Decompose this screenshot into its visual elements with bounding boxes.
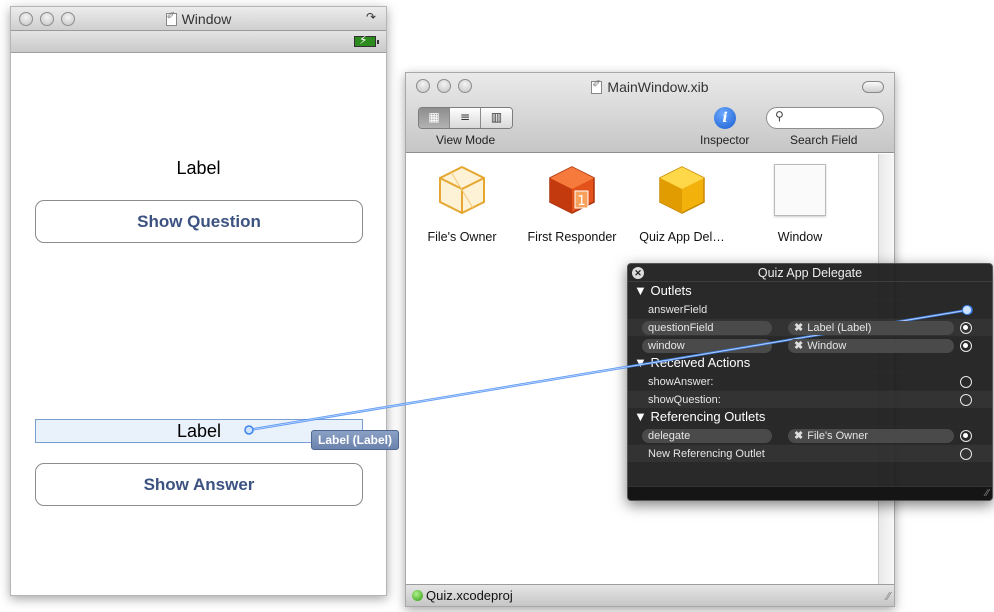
outlet-connection[interactable]: ✖ Window bbox=[788, 339, 954, 353]
outlet-name: answerField bbox=[648, 304, 708, 316]
xib-toolbar: MainWindow.xib ▦ ≡ ▥ View Mode i Inspect… bbox=[406, 73, 894, 153]
window-title-text: Window bbox=[181, 11, 232, 27]
section-label: Referencing Outlets bbox=[650, 409, 766, 424]
show-answer-button[interactable]: Show Answer bbox=[35, 463, 363, 506]
hud-footer: ⁄⁄ bbox=[628, 486, 992, 500]
quiz-app-delegate-item[interactable]: Quiz App Del… bbox=[630, 164, 734, 244]
rotate-icon[interactable]: ↷ bbox=[366, 10, 376, 24]
cube-outline-icon bbox=[436, 164, 488, 216]
hud-titlebar[interactable]: ✕ Quiz App Delegate bbox=[628, 264, 992, 282]
window-title: Window bbox=[11, 11, 386, 27]
window-item[interactable]: Window bbox=[748, 164, 852, 244]
gold-cube-icon bbox=[656, 164, 708, 216]
connection-circle[interactable] bbox=[960, 448, 972, 460]
outlet-row-answerfield[interactable]: answerField bbox=[628, 300, 992, 318]
referencing-row-new[interactable]: New Referencing Outlet bbox=[628, 444, 992, 462]
connection-target: Label (Label) bbox=[807, 322, 872, 334]
window-title: MainWindow.xib bbox=[406, 79, 894, 95]
disconnect-icon[interactable]: ✖ bbox=[794, 340, 803, 352]
toolbar-toggle-button[interactable] bbox=[862, 81, 884, 93]
item-caption: Quiz App Del… bbox=[639, 230, 725, 244]
item-caption: First Responder bbox=[527, 230, 617, 244]
connection-circle[interactable] bbox=[960, 394, 972, 406]
connection-target: File's Owner bbox=[807, 430, 868, 442]
resize-grip-icon[interactable]: ⁄⁄ bbox=[986, 488, 989, 499]
column-view-icon[interactable]: ▥ bbox=[481, 108, 512, 128]
referencing-name: New Referencing Outlet bbox=[648, 448, 765, 460]
connection-target: Window bbox=[807, 340, 847, 352]
connection-circle[interactable] bbox=[960, 376, 972, 388]
status-indicator-icon bbox=[412, 590, 423, 601]
section-label: Outlets bbox=[650, 283, 692, 298]
referencing-row-delegate[interactable]: delegate ✖ File's Owner bbox=[628, 426, 992, 444]
window-titlebar[interactable]: Window ↷ bbox=[11, 7, 386, 31]
first-responder-cube-icon: 1 bbox=[546, 164, 598, 216]
simulated-status-bar: ⚡ bbox=[11, 31, 386, 53]
connection-drag-tooltip: Label (Label) bbox=[311, 430, 400, 450]
action-row-showanswer[interactable]: showAnswer: bbox=[628, 372, 992, 390]
outlets-section-header[interactable]: ▼ Outlets bbox=[628, 282, 992, 300]
action-name: showQuestion: bbox=[648, 394, 721, 406]
close-icon[interactable]: ✕ bbox=[632, 267, 644, 279]
search-field-label: Search Field bbox=[790, 133, 858, 147]
connection-circle[interactable] bbox=[960, 322, 972, 334]
referencing-name: delegate bbox=[648, 430, 691, 442]
project-name: Quiz.xcodeproj bbox=[426, 588, 513, 603]
hud-title: Quiz App Delegate bbox=[757, 266, 863, 280]
window-title-text: MainWindow.xib bbox=[607, 79, 709, 95]
connection-circle[interactable] bbox=[960, 340, 972, 352]
connection-circle[interactable] bbox=[962, 305, 972, 315]
section-label: Received Actions bbox=[650, 355, 751, 370]
window-icon bbox=[774, 164, 826, 216]
disconnect-icon[interactable]: ✖ bbox=[794, 430, 803, 442]
first-responder-item[interactable]: 1 First Responder bbox=[520, 164, 624, 244]
resize-grip-icon[interactable]: ⁄⁄ bbox=[886, 590, 890, 603]
show-question-button[interactable]: Show Question bbox=[35, 200, 363, 243]
item-caption: File's Owner bbox=[427, 230, 497, 244]
received-actions-section-header[interactable]: ▼ Received Actions bbox=[628, 354, 992, 372]
action-name: showAnswer: bbox=[648, 376, 714, 388]
files-owner-item[interactable]: File's Owner bbox=[410, 164, 514, 244]
view-mode-control[interactable]: ▦ ≡ ▥ bbox=[418, 107, 513, 129]
referencing-connection[interactable]: ✖ File's Owner bbox=[788, 429, 954, 443]
search-icon: ⚲ bbox=[775, 109, 784, 123]
outlet-name: window bbox=[648, 340, 685, 352]
disconnect-icon[interactable]: ✖ bbox=[794, 322, 803, 334]
outlet-row-questionfield[interactable]: questionField ✖ Label (Label) bbox=[628, 318, 992, 336]
document-icon bbox=[591, 79, 603, 94]
question-label[interactable]: Label bbox=[11, 158, 386, 179]
xib-status-bar: Quiz.xcodeproj ⁄⁄ bbox=[406, 584, 894, 606]
search-input[interactable]: ⚲ bbox=[766, 107, 884, 129]
document-icon bbox=[165, 11, 177, 26]
svg-text:1: 1 bbox=[577, 194, 585, 209]
action-row-showquestion[interactable]: showQuestion: bbox=[628, 390, 992, 408]
outlet-row-window[interactable]: window ✖ Window bbox=[628, 336, 992, 354]
connections-hud-panel: ✕ Quiz App Delegate ▼ Outlets answerFiel… bbox=[627, 263, 993, 501]
connection-circle[interactable] bbox=[960, 430, 972, 442]
iphone-interface-window: Window ↷ ⚡ Label Show Question Label Sho… bbox=[10, 6, 387, 596]
outlet-name: questionField bbox=[648, 322, 714, 334]
icon-view-icon[interactable]: ▦ bbox=[419, 108, 450, 128]
inspector-label: Inspector bbox=[700, 133, 750, 147]
info-icon[interactable]: i bbox=[714, 107, 736, 129]
outlet-connection[interactable]: ✖ Label (Label) bbox=[788, 321, 954, 335]
project-status[interactable]: Quiz.xcodeproj bbox=[412, 588, 513, 603]
battery-icon: ⚡ bbox=[354, 33, 379, 47]
referencing-outlets-section-header[interactable]: ▼ Referencing Outlets bbox=[628, 408, 992, 426]
item-caption: Window bbox=[777, 230, 823, 244]
view-mode-label: View Mode bbox=[436, 133, 496, 147]
list-view-icon[interactable]: ≡ bbox=[450, 108, 481, 128]
